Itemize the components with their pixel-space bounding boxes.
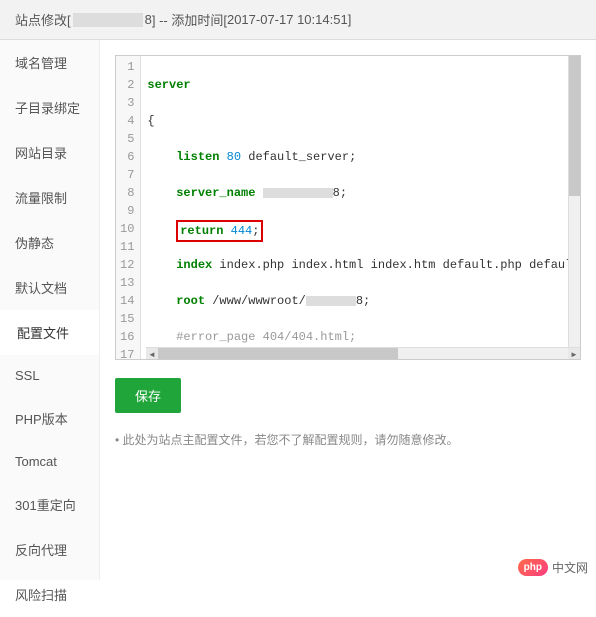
code-text: index.php index.html index.htm default.p… <box>212 258 581 272</box>
code-comment: #error_page 404/404.html; <box>176 330 356 344</box>
sidebar-item-redirect[interactable]: 301重定向 <box>0 482 99 527</box>
code-text: 8; <box>356 294 370 308</box>
watermark-text: 中文网 <box>552 559 588 576</box>
code-path: /www/wwwroot/ <box>205 294 306 308</box>
code-kw: root <box>176 294 205 308</box>
code-text: default_server; <box>241 150 356 164</box>
header-sep: ] -- 添加时间[ <box>152 10 227 29</box>
sidebar-item-default[interactable]: 默认文档 <box>0 265 99 310</box>
code-kw: server <box>147 78 190 92</box>
header-close: ] <box>348 12 352 27</box>
header-redacted <box>73 13 143 27</box>
scroll-left-arrow-icon[interactable]: ◄ <box>146 348 158 360</box>
sidebar-item-domain[interactable]: 域名管理 <box>0 40 99 85</box>
sidebar-item-ssl[interactable]: SSL <box>0 355 99 396</box>
code-num: 80 <box>227 150 241 164</box>
code-kw: server_name <box>176 186 255 200</box>
editor-code[interactable]: server { listen 80 default_server; serve… <box>141 56 581 360</box>
highlighted-return: return 444; <box>176 220 263 242</box>
watermark: php 中文网 <box>518 559 588 576</box>
sidebar-item-risk[interactable]: 风险扫描 <box>0 572 99 617</box>
main-container: 域名管理 子目录绑定 网站目录 流量限制 伪静态 默认文档 配置文件 SSL P… <box>0 40 596 580</box>
scroll-thumb[interactable] <box>569 56 580 196</box>
header-suffix-num: 8 <box>145 12 152 27</box>
sidebar-item-php[interactable]: PHP版本 <box>0 396 99 441</box>
scroll-right-arrow-icon[interactable]: ► <box>568 348 580 360</box>
sidebar-item-traffic[interactable]: 流量限制 <box>0 175 99 220</box>
code-kw: return <box>180 224 223 238</box>
code-num: 444 <box>231 224 253 238</box>
content-area: 1234567891011121314151617 server { liste… <box>100 40 596 580</box>
config-warning-hint: 此处为站点主配置文件，若您不了解配置规则，请勿随意修改。 <box>115 431 581 448</box>
scroll-thumb[interactable] <box>158 348 398 359</box>
header-timestamp: 2017-07-17 10:14:51 <box>227 12 348 27</box>
sidebar-item-subdir[interactable]: 子目录绑定 <box>0 85 99 130</box>
sidebar-item-tomcat[interactable]: Tomcat <box>0 441 99 482</box>
code-editor[interactable]: 1234567891011121314151617 server { liste… <box>115 55 581 360</box>
vertical-scrollbar[interactable] <box>568 56 580 347</box>
page-header: 站点修改[ 8 ] -- 添加时间[ 2017-07-17 10:14:51 ] <box>0 0 596 40</box>
sidebar-item-config[interactable]: 配置文件 <box>0 310 99 355</box>
code-text: 8; <box>333 186 347 200</box>
editor-gutter: 1234567891011121314151617 <box>116 56 141 360</box>
redacted-value <box>306 296 356 306</box>
sidebar: 域名管理 子目录绑定 网站目录 流量限制 伪静态 默认文档 配置文件 SSL P… <box>0 40 100 580</box>
redacted-value <box>263 188 333 198</box>
sidebar-item-webdir[interactable]: 网站目录 <box>0 130 99 175</box>
save-button[interactable]: 保存 <box>115 378 181 413</box>
sidebar-item-rewrite[interactable]: 伪静态 <box>0 220 99 265</box>
watermark-pill: php <box>518 559 548 576</box>
sidebar-item-proxy[interactable]: 反向代理 <box>0 527 99 572</box>
code-brace: { <box>147 114 154 128</box>
code-text: ; <box>252 224 259 238</box>
horizontal-scrollbar[interactable]: ◄ ► <box>146 347 580 359</box>
code-kw: listen <box>176 150 219 164</box>
code-kw: index <box>176 258 212 272</box>
header-prefix: 站点修改[ <box>15 10 71 29</box>
